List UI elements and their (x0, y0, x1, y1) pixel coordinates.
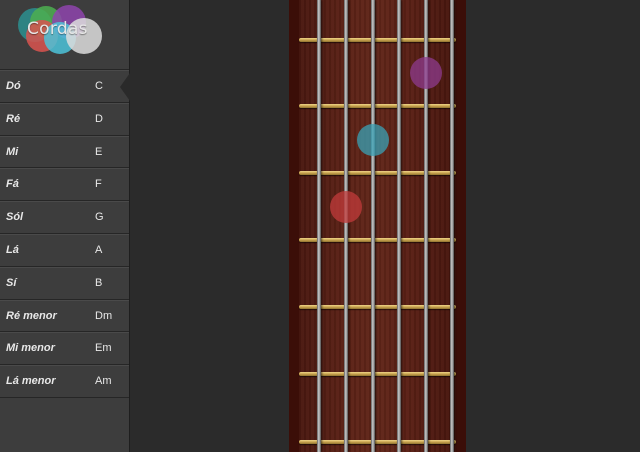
fret-wire (299, 171, 456, 175)
chord-symbol: E (95, 145, 103, 158)
finger-position-marker (357, 123, 389, 156)
fret-wire (299, 305, 456, 309)
sidebar: Cordas Dó C Ré D Mi E Fá F Sól G Lá A Sí… (0, 0, 130, 452)
chord-symbol: Am (95, 375, 112, 388)
finger-position-marker (330, 190, 362, 223)
chord-item[interactable]: Sí B (0, 266, 129, 300)
chord-item[interactable]: Mi menor Em (0, 332, 129, 366)
fret-wire (299, 238, 456, 242)
guitar-neck (289, 0, 466, 452)
chord-item[interactable]: Ré menor Dm (0, 299, 129, 333)
chord-item[interactable]: Dó C (0, 70, 130, 103)
chord-symbol: B (95, 276, 103, 289)
chord-name: Dó (6, 80, 21, 92)
guitar-string (397, 0, 401, 452)
chord-symbol: F (95, 178, 102, 191)
chord-name: Mi (6, 145, 19, 158)
app-window: Cordas Dó C Ré D Mi E Fá F Sól G Lá A Sí… (0, 0, 640, 452)
chord-name: Lá menor (6, 375, 56, 388)
chord-symbol: D (95, 112, 103, 125)
chord-item[interactable]: Mi E (0, 135, 129, 169)
chord-symbol: A (95, 243, 103, 256)
chord-symbol: Dm (95, 309, 113, 322)
chord-name: Sí (6, 276, 17, 289)
guitar-string (344, 0, 348, 452)
chord-symbol: G (95, 211, 104, 224)
chord-name: Lá (6, 243, 19, 256)
chord-symbol: C (95, 80, 103, 92)
logo-text: Cordas (27, 19, 88, 39)
fret-wire (299, 104, 456, 108)
chord-name: Ré (6, 112, 21, 125)
chord-name: Fá (6, 178, 19, 191)
chord-item[interactable]: Lá A (0, 233, 129, 267)
chord-item[interactable]: Sól G (0, 201, 129, 234)
fret-wire (299, 372, 456, 376)
fret-wire (299, 440, 456, 444)
finger-position-marker (410, 57, 442, 89)
chord-name: Sól (6, 211, 24, 224)
chord-name: Mi menor (6, 342, 55, 355)
chord-list: Dó C Ré D Mi E Fá F Sól G Lá A Sí B Ré m… (0, 70, 130, 398)
main-area (130, 0, 640, 452)
fretboard (299, 0, 456, 452)
fret-wire (299, 38, 456, 42)
chord-item[interactable]: Lá menor Am (0, 365, 129, 398)
guitar-string (317, 0, 321, 452)
chord-name: Ré menor (6, 309, 57, 322)
guitar-string (450, 0, 454, 452)
chord-symbol: Em (95, 342, 112, 355)
guitar-string (371, 0, 375, 452)
chord-item[interactable]: Fá F (0, 168, 129, 202)
app-logo: Cordas (0, 0, 129, 70)
chord-item[interactable]: Ré D (0, 102, 129, 136)
